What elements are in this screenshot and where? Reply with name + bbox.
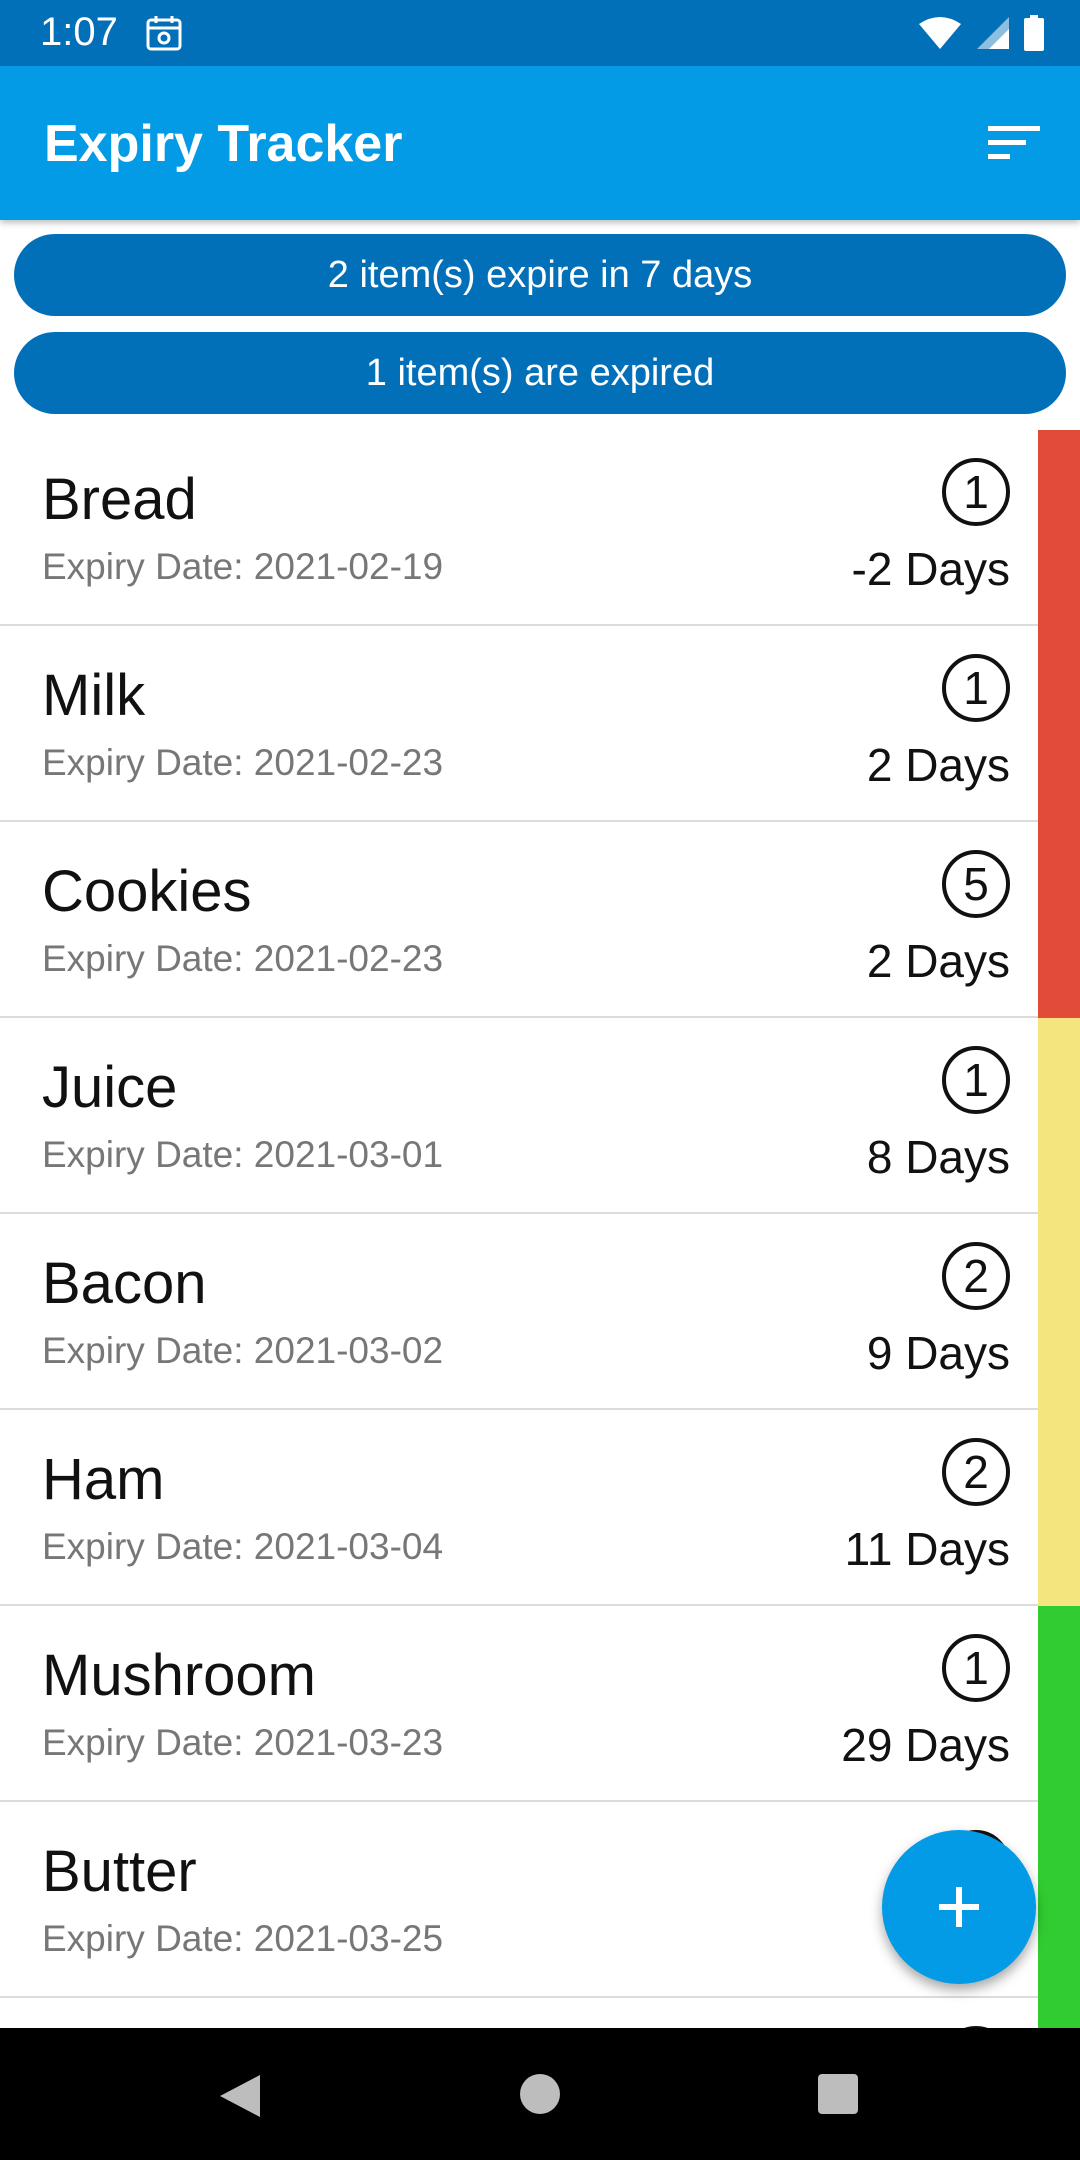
item-name: Ham	[42, 1447, 165, 1512]
expiring-soon-banner[interactable]: 2 item(s) expire in 7 days	[14, 234, 1066, 316]
list-item[interactable]: Juice Expiry Date: 2021-03-01 1 8 Days	[0, 1018, 1080, 1214]
wifi-icon	[919, 17, 961, 49]
battery-icon	[1024, 15, 1044, 51]
status-stripe	[1038, 626, 1080, 822]
item-days-left: 2 Days	[866, 935, 1010, 987]
item-quantity-badge: 5	[942, 850, 1010, 918]
item-name: Milk	[42, 663, 146, 728]
navigation-bar	[0, 2028, 1080, 2160]
item-name: Bacon	[42, 1251, 207, 1316]
status-time: 1:07	[40, 10, 118, 54]
item-days-left: 11 Days	[844, 1523, 1010, 1575]
list-item[interactable]: Mushroom Expiry Date: 2021-03-23 1 29 Da…	[0, 1606, 1080, 1802]
status-stripe	[1038, 1802, 1080, 1998]
expired-banner[interactable]: 1 item(s) are expired	[14, 332, 1066, 414]
item-name: Juice	[42, 1055, 178, 1120]
item-name: Butter	[42, 1839, 197, 1904]
item-days-left: -2 Days	[851, 543, 1010, 595]
home-icon[interactable]	[520, 2074, 560, 2114]
item-expiry-date: Expiry Date: 2021-03-04	[42, 1526, 444, 1567]
item-quantity-badge: 1	[942, 1634, 1010, 1702]
add-item-button[interactable]	[882, 1830, 1036, 1984]
item-days-left: 9 Days	[866, 1327, 1010, 1379]
list-item[interactable]: Bread Expiry Date: 2021-02-19 1 -2 Days	[0, 430, 1080, 626]
sort-icon[interactable]	[984, 118, 1044, 168]
item-expiry-date: Expiry Date: 2021-02-19	[42, 546, 444, 587]
status-stripe	[1038, 1606, 1080, 1802]
list-item[interactable]: Milk Expiry Date: 2021-02-23 1 2 Days	[0, 626, 1080, 822]
calendar-icon	[146, 16, 182, 51]
list-item[interactable]	[0, 1998, 1080, 2028]
item-days-left: 29 Days	[841, 1719, 1010, 1771]
item-name: Cookies	[42, 859, 252, 924]
item-quantity-badge: 1	[942, 654, 1010, 722]
status-stripe	[1038, 1214, 1080, 1410]
list-item[interactable]: Ham Expiry Date: 2021-03-04 2 11 Days	[0, 1410, 1080, 1606]
item-expiry-date: Expiry Date: 2021-02-23	[42, 742, 444, 783]
item-days-left: 8 Days	[866, 1131, 1010, 1183]
item-expiry-date: Expiry Date: 2021-03-01	[42, 1134, 444, 1175]
item-quantity-badge: 1	[942, 458, 1010, 526]
status-stripe	[1038, 1998, 1080, 2028]
item-expiry-date: Expiry Date: 2021-03-02	[42, 1330, 444, 1371]
status-stripe	[1038, 1018, 1080, 1214]
item-quantity-badge: 2	[942, 1242, 1010, 1310]
status-stripe	[1038, 1410, 1080, 1606]
item-name: Bread	[42, 467, 197, 532]
signal-icon	[977, 17, 1009, 49]
plus-icon	[939, 1887, 979, 1927]
item-name: Mushroom	[42, 1643, 316, 1708]
item-quantity-badge: 1	[942, 1046, 1010, 1114]
app-bar: Expiry Tracker	[0, 66, 1080, 220]
status-stripe	[1038, 430, 1080, 626]
item-expiry-date: Expiry Date: 2021-03-25	[42, 1918, 444, 1959]
item-expiry-date: Expiry Date: 2021-03-23	[42, 1722, 444, 1763]
back-icon[interactable]	[218, 2073, 262, 2119]
item-list: Bread Expiry Date: 2021-02-19 1 -2 Days …	[0, 430, 1080, 2028]
item-expiry-date: Expiry Date: 2021-02-23	[42, 938, 444, 979]
item-days-left: 2 Days	[866, 739, 1010, 791]
list-item[interactable]: Bacon Expiry Date: 2021-03-02 2 9 Days	[0, 1214, 1080, 1410]
recents-icon[interactable]	[818, 2074, 858, 2114]
item-quantity-badge: 2	[942, 1438, 1010, 1506]
app-title: Expiry Tracker	[44, 115, 403, 173]
status-stripe	[1038, 822, 1080, 1018]
list-item[interactable]: Cookies Expiry Date: 2021-02-23 5 2 Days	[0, 822, 1080, 1018]
status-bar: 1:07	[0, 0, 1080, 66]
